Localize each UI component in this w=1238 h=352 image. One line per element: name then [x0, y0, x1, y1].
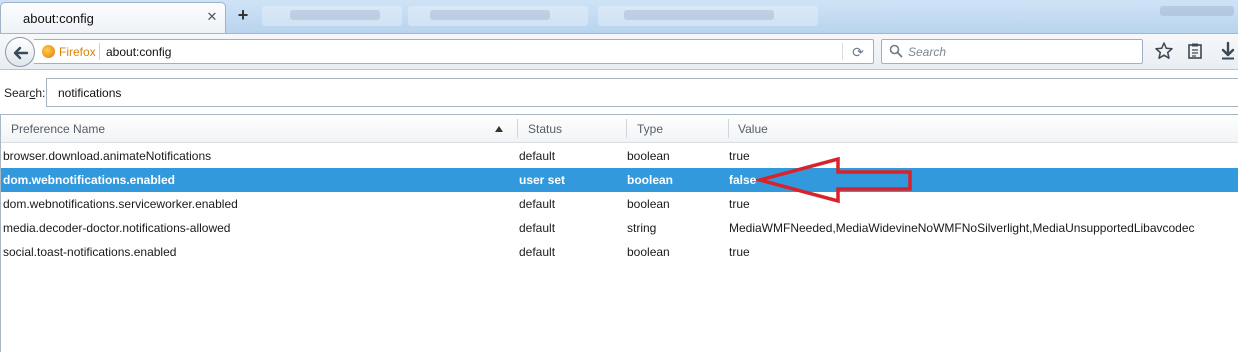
preference-filter-input[interactable]	[46, 78, 1238, 107]
window-controls-blur	[1160, 6, 1234, 16]
reload-separator	[842, 43, 843, 60]
column-header-type[interactable]: Type	[637, 122, 663, 136]
preference-status: default	[519, 221, 556, 235]
preferences-table: Preference Name Status Type Value browse…	[0, 114, 1238, 352]
search-placeholder: Search	[908, 45, 947, 59]
navigation-toolbar: Firefox about:config ⟳ Search	[0, 34, 1238, 70]
url-bar[interactable]: Firefox about:config ⟳	[34, 39, 874, 64]
url-text[interactable]: about:config	[106, 45, 171, 59]
tab-strip: about:config ✕ +	[0, 0, 1238, 34]
annotation-arrow-icon	[756, 156, 912, 204]
preference-type: boolean	[627, 173, 674, 187]
table-row[interactable]: media.decoder-doctor.notifications-allow…	[1, 216, 1238, 240]
search-box[interactable]: Search	[881, 39, 1143, 64]
preference-value: true	[729, 197, 750, 211]
preference-status: default	[519, 197, 556, 211]
tab-title: about:config	[23, 11, 94, 26]
preference-type: string	[627, 221, 657, 235]
clipboard-icon[interactable]	[1185, 41, 1205, 61]
firefox-logo-icon	[42, 45, 55, 58]
column-header-value[interactable]: Value	[738, 122, 768, 136]
preference-status: user set	[519, 173, 566, 187]
sort-ascending-icon	[495, 126, 503, 132]
column-header-status[interactable]: Status	[528, 122, 562, 136]
search-icon	[889, 44, 903, 58]
table-row[interactable]: dom.webnotifications.serviceworker.enabl…	[1, 192, 1238, 216]
table-row[interactable]: social.toast-notifications.enabled defau…	[1, 240, 1238, 264]
back-button[interactable]	[5, 37, 35, 67]
preference-type: boolean	[627, 149, 670, 163]
download-arrow-icon[interactable]	[1218, 41, 1238, 61]
preference-value: false	[729, 173, 757, 187]
close-icon[interactable]: ✕	[205, 10, 219, 24]
preference-value: true	[729, 245, 750, 259]
back-arrow-icon	[13, 46, 29, 60]
reload-icon[interactable]: ⟳	[849, 43, 867, 61]
plus-icon[interactable]: +	[234, 6, 252, 24]
preference-type: boolean	[627, 245, 670, 259]
column-separator[interactable]	[517, 119, 518, 138]
search-label: Search:	[4, 86, 46, 100]
column-header-name[interactable]: Preference Name	[11, 122, 105, 136]
background-tab-blur	[430, 10, 550, 20]
preference-status: default	[519, 149, 556, 163]
preference-name: browser.download.animateNotifications	[3, 149, 212, 163]
preference-value: MediaWMFNeeded,MediaWidevineNoWMFNoSilve…	[729, 221, 1195, 235]
identity-separator	[99, 43, 100, 60]
table-row[interactable]: browser.download.animateNotifications de…	[1, 144, 1238, 168]
preference-name: dom.webnotifications.enabled	[3, 173, 176, 187]
table-row-selected[interactable]: dom.webnotifications.enabled user set bo…	[1, 168, 1238, 192]
column-separator[interactable]	[728, 119, 729, 138]
preference-name: dom.webnotifications.serviceworker.enabl…	[3, 197, 238, 211]
column-separator[interactable]	[626, 119, 627, 138]
bookmark-star-icon[interactable]	[1154, 41, 1174, 61]
table-header: Preference Name Status Type Value	[1, 115, 1238, 143]
config-search-row: Search:	[0, 72, 1238, 112]
background-tab-blur	[624, 10, 774, 20]
preference-name: media.decoder-doctor.notifications-allow…	[3, 221, 231, 235]
tab-about-config[interactable]: about:config ✕	[0, 2, 226, 33]
preference-value: true	[729, 149, 750, 163]
preference-name: social.toast-notifications.enabled	[3, 245, 177, 259]
preference-status: default	[519, 245, 556, 259]
identity-label[interactable]: Firefox	[59, 45, 96, 59]
preference-type: boolean	[627, 197, 670, 211]
background-tab-blur	[290, 10, 380, 20]
